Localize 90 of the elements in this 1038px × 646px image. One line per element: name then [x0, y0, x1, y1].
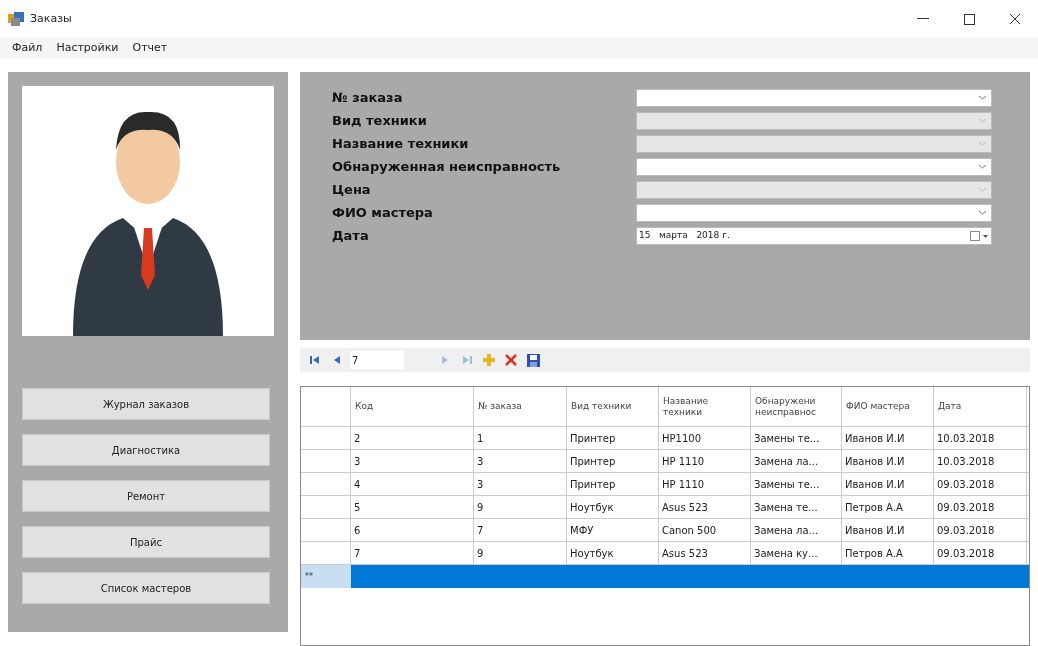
table-cell: 09.03.2018 — [934, 542, 1027, 564]
minimize-icon — [917, 18, 929, 20]
window-title: Заказы — [30, 10, 72, 27]
menu-item[interactable]: Файл — [6, 39, 49, 57]
field-label: Цена — [332, 180, 372, 199]
close-icon — [1009, 13, 1021, 25]
table-cell: Canon 500 — [659, 519, 751, 541]
column-header[interactable]: Обнаружени неисправнос — [751, 387, 842, 426]
field-label: Название техники — [332, 134, 470, 153]
combo-box[interactable] — [636, 203, 992, 222]
table-row[interactable]: 3 3 Принтер HP 1110 Замена ла... Иванов И.И 10.03.2018 — [301, 450, 1029, 473]
field-label: ФИО мастера — [332, 203, 434, 222]
sidebar-button[interactable]: Диагностика — [22, 434, 270, 466]
table-cell: Ноутбук — [567, 496, 659, 518]
menu-item[interactable]: Отчет — [126, 39, 174, 57]
table-cell: 9 — [474, 542, 567, 564]
table-cell: МФУ — [567, 519, 659, 541]
calendar-icon — [970, 230, 988, 241]
triangle-left-icon — [333, 355, 341, 365]
column-header[interactable]: Дата — [934, 387, 1027, 426]
table-cell: Иванов И.И — [842, 473, 934, 495]
triangle-right-icon — [441, 355, 449, 365]
column-header[interactable]: ФИО мастера — [842, 387, 934, 426]
maximize-icon — [963, 13, 975, 25]
table-cell: 09.03.2018 — [934, 473, 1027, 495]
field-label: Вид техники — [332, 111, 428, 130]
date-picker[interactable]: 15 марта 2018 г. — [636, 226, 992, 245]
menu-item[interactable]: Настройки — [50, 39, 125, 57]
table-cell: Asus 523 — [659, 542, 751, 564]
table-cell: Петров А.А — [842, 496, 934, 518]
table-cell: Иванов И.И — [842, 427, 934, 449]
table-cell: Иванов И.И — [842, 519, 934, 541]
table-row[interactable]: 4 3 Принтер HP 1110 Замены те... Иванов И.И 09.03.2018 — [301, 473, 1029, 496]
table-cell: 3 — [351, 450, 474, 472]
sidebar-button[interactable]: Ремонт — [22, 480, 270, 512]
table-cell: 3 — [474, 473, 567, 495]
table-cell: 3 — [474, 450, 567, 472]
table-cell: 7 — [351, 542, 474, 564]
table-cell: 4 — [351, 473, 474, 495]
skip-last-icon — [462, 355, 472, 365]
row-marker: ** — [301, 565, 351, 588]
plus-icon — [483, 354, 495, 366]
table-cell: Замена ку... — [751, 542, 842, 564]
sidebar-button[interactable]: Список мастеров — [22, 572, 270, 604]
table-cell: 7 — [474, 519, 567, 541]
table-cell: 5 — [351, 496, 474, 518]
date-value: 15 марта 2018 г. — [638, 228, 731, 242]
skip-first-icon — [310, 355, 320, 365]
app-icon — [8, 12, 24, 26]
table-cell: Asus 523 — [659, 496, 751, 518]
table-row[interactable]: 6 7 МФУ Canon 500 Замена ла... Иванов И.И 09.03.2018 — [301, 519, 1029, 542]
table-cell: 1 — [474, 427, 567, 449]
table-cell: 6 — [351, 519, 474, 541]
table-cell: HP 1110 — [659, 450, 751, 472]
column-header[interactable]: Название техники — [659, 387, 751, 426]
new-row[interactable]: ** — [301, 565, 1029, 588]
table-cell: 09.03.2018 — [934, 496, 1027, 518]
table-cell: Петров А.А — [842, 542, 934, 564]
position-field[interactable]: 7 — [350, 351, 404, 369]
table-cell: Ноутбук — [567, 542, 659, 564]
field-label: № заказа — [332, 88, 404, 107]
close-icon — [505, 354, 517, 366]
table-cell: HP 1110 — [659, 473, 751, 495]
table-cell: Замена ла... — [751, 450, 842, 472]
table-cell: Замены те... — [751, 427, 842, 449]
column-header[interactable]: Вид техники — [567, 387, 659, 426]
sidebar-button[interactable]: Журнал заказов — [22, 388, 270, 420]
table-cell: Замена ла... — [751, 519, 842, 541]
field-label: Дата — [332, 226, 370, 245]
column-header[interactable]: № заказа — [474, 387, 567, 426]
table-cell: Принтер — [567, 473, 659, 495]
save-button[interactable] — [524, 351, 542, 369]
table-cell: 10.03.2018 — [934, 450, 1027, 472]
table-cell: 2 — [351, 427, 474, 449]
column-header[interactable]: Код — [351, 387, 474, 426]
table-cell: Принтер — [567, 427, 659, 449]
combo-box[interactable] — [636, 157, 992, 176]
table-cell: 09.03.2018 — [934, 519, 1027, 541]
table-cell: 10.03.2018 — [934, 427, 1027, 449]
table-cell: Принтер — [567, 450, 659, 472]
table-cell: 9 — [474, 496, 567, 518]
field-label: Обнаруженная неисправность — [332, 157, 562, 176]
combo-box[interactable] — [636, 88, 992, 107]
table-cell: HP1100 — [659, 427, 751, 449]
table-row[interactable]: 2 1 Принтер HP1100 Замены те... Иванов И.И 10.03.2018 — [301, 427, 1029, 450]
sidebar-button[interactable]: Прайс — [22, 526, 270, 558]
table-row[interactable]: 5 9 Ноутбук Asus 523 Замена те... Петров А.А 09.03.2018 — [301, 496, 1029, 519]
table-cell: Иванов И.И — [842, 450, 934, 472]
table-cell: Замены те... — [751, 473, 842, 495]
table-cell: Замена те... — [751, 496, 842, 518]
